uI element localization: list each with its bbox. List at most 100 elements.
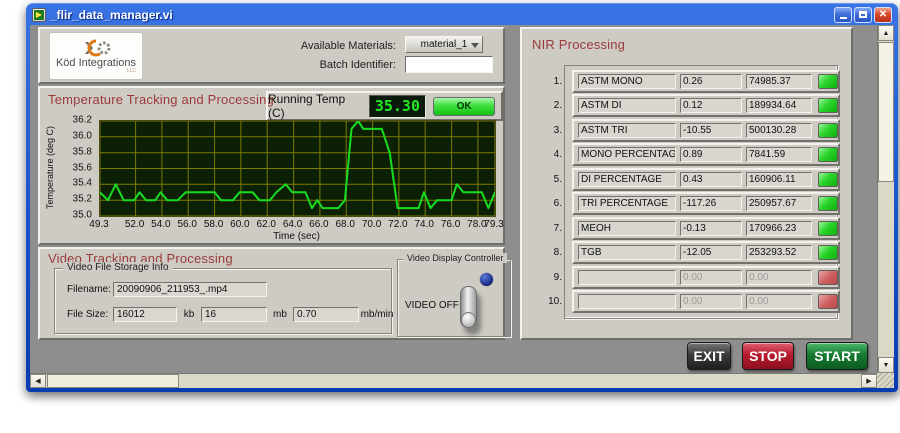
component-name-field[interactable]: TGB xyxy=(578,245,676,260)
kb-unit-label: kb xyxy=(177,309,201,320)
video-panel: Video Tracking and Processing Video File… xyxy=(38,247,505,340)
y-tick-label: 36.0 xyxy=(73,130,92,141)
nir-section-title: NIR Processing xyxy=(532,37,625,52)
x-tick-label: 58.0 xyxy=(204,219,223,230)
gear-logo-icon xyxy=(79,38,113,58)
value1-field: 0.00 xyxy=(680,270,742,285)
status-led xyxy=(818,270,838,285)
x-tick-label: 52.0 xyxy=(125,219,144,230)
component-name-field[interactable]: ASTM DI xyxy=(578,98,676,113)
close-button[interactable]: ✕ xyxy=(874,7,892,23)
row-index: 2. xyxy=(528,100,572,111)
scroll-down-icon[interactable]: ▼ xyxy=(878,357,894,373)
row-index: 6. xyxy=(528,198,572,209)
component-name-field[interactable]: MONO PERCENTAGE xyxy=(578,147,676,162)
value2-field: 253293.52 xyxy=(746,245,812,260)
row-index: 7. xyxy=(528,223,572,234)
available-materials-label: Available Materials: xyxy=(301,40,396,52)
header-panel: Köd Integrations LLC Available Materials… xyxy=(38,27,505,84)
logo-text: Köd Integrations xyxy=(56,58,136,68)
scroll-up-icon[interactable]: ▲ xyxy=(878,25,894,41)
y-tick-label: 35.6 xyxy=(73,162,92,173)
row-box: TRI PERCENTAGE-117.26250957.67 xyxy=(572,192,840,215)
temperature-chart[interactable] xyxy=(99,120,496,217)
minimize-button[interactable] xyxy=(834,7,852,23)
available-materials-dropdown[interactable]: material_1 xyxy=(405,36,483,53)
component-name-field[interactable]: DI PERCENTAGE xyxy=(578,172,676,187)
filesize-label: File Size: xyxy=(67,309,113,320)
status-led xyxy=(818,245,838,260)
video-status-led xyxy=(480,273,493,286)
component-name-field[interactable]: ASTM TRI xyxy=(578,123,676,138)
value2-field: 0.00 xyxy=(746,270,812,285)
running-temp-display: 35.30 xyxy=(369,95,427,118)
x-tick-label: 64.0 xyxy=(283,219,302,230)
component-name-field[interactable]: MEOH xyxy=(578,221,676,236)
nir-row: 3. ASTM TRI -10.55 500130.28 xyxy=(528,118,840,143)
x-axis-label: Time (sec) xyxy=(99,231,494,242)
row-box: MONO PERCENTAGE0.897841.59 xyxy=(572,143,840,166)
stop-button[interactable]: STOP xyxy=(742,342,794,370)
value1-field: 0.00 xyxy=(680,294,742,309)
status-led xyxy=(818,294,838,309)
x-tick-label: 72.0 xyxy=(388,219,407,230)
selected-material: material_1 xyxy=(421,39,468,50)
y-tick-label: 36.2 xyxy=(73,115,92,126)
batch-identifier-input[interactable] xyxy=(405,56,493,73)
scroll-left-icon[interactable]: ◀ xyxy=(30,374,46,388)
row-index: 8. xyxy=(528,247,572,258)
value2-field: 500130.28 xyxy=(746,123,812,138)
x-tick-label: 79.3 xyxy=(484,219,503,230)
video-storage-legend: Video File Storage Info xyxy=(63,262,173,273)
horizontal-scrollbar[interactable]: ◀ ▶ xyxy=(30,373,877,388)
running-temp-label: Running Temp (C) xyxy=(268,92,362,120)
x-tick-label: 54.0 xyxy=(151,219,170,230)
status-led xyxy=(818,123,838,138)
ok-indicator[interactable]: OK xyxy=(433,97,495,116)
row-index: 3. xyxy=(528,125,572,136)
title-bar[interactable]: ▶ _flir_data_manager.vi ✕ xyxy=(30,4,894,25)
nir-row: 5.DI PERCENTAGE0.43160906.11 xyxy=(528,167,840,192)
rate-field: 0.70 xyxy=(293,307,359,322)
value1-field: 0.89 xyxy=(680,147,742,162)
video-display-controller-groupbox: Video Display Controller VIDEO OFF xyxy=(397,259,511,337)
row-box: 0.00 0.00 xyxy=(572,266,840,289)
row-box: ASTM MONO0.2674985.37 xyxy=(572,70,840,93)
filename-label: Filename: xyxy=(67,284,113,295)
exit-button[interactable]: EXIT xyxy=(687,342,731,370)
row-box: TGB-12.05253293.52 xyxy=(572,241,840,264)
filesize-kb-field: 16012 xyxy=(113,307,177,322)
value1-field: 0.43 xyxy=(680,172,742,187)
component-name-field[interactable] xyxy=(578,294,676,309)
start-button[interactable]: START xyxy=(806,342,868,370)
resize-grip[interactable] xyxy=(877,373,894,388)
running-temp-box: Running Temp (C) 35.30 OK xyxy=(266,91,503,121)
x-tick-label: 66.0 xyxy=(309,219,328,230)
component-name-field[interactable]: ASTM MONO xyxy=(578,74,676,89)
horizontal-scroll-thumb[interactable] xyxy=(47,374,179,388)
y-tick-label: 35.8 xyxy=(73,146,92,157)
component-name-field[interactable] xyxy=(578,270,676,285)
value1-field: 0.26 xyxy=(680,74,742,89)
video-storage-groupbox: Video File Storage Info Filename: 200909… xyxy=(54,268,392,334)
x-tick-label: 74.0 xyxy=(414,219,433,230)
front-panel: Köd Integrations LLC Available Materials… xyxy=(30,25,894,388)
nir-row: 10.0.000.00 xyxy=(528,290,840,315)
video-toggle-switch[interactable] xyxy=(460,286,477,328)
component-name-field[interactable]: TRI PERCENTAGE xyxy=(578,196,676,211)
scroll-right-icon[interactable]: ▶ xyxy=(861,374,877,388)
nir-row: 6.TRI PERCENTAGE-117.26250957.67 xyxy=(528,192,840,217)
video-off-label: VIDEO OFF xyxy=(405,300,459,311)
value1-field: -10.55 xyxy=(680,123,742,138)
y-tick-label: 35.2 xyxy=(73,194,92,205)
row-box: MEOH-0.13170966.23 xyxy=(572,217,840,240)
row-index: 9. xyxy=(528,272,572,283)
status-led xyxy=(818,74,838,89)
maximize-button[interactable] xyxy=(854,7,872,23)
controller-legend: Video Display Controller xyxy=(403,253,507,263)
vertical-scroll-thumb[interactable] xyxy=(878,42,894,182)
row-box: 0.000.00 xyxy=(572,290,840,313)
vertical-scrollbar[interactable]: ▲ ▼ xyxy=(877,25,894,373)
x-tick-label: 68.0 xyxy=(335,219,354,230)
value1-field: -117.26 xyxy=(680,196,742,211)
